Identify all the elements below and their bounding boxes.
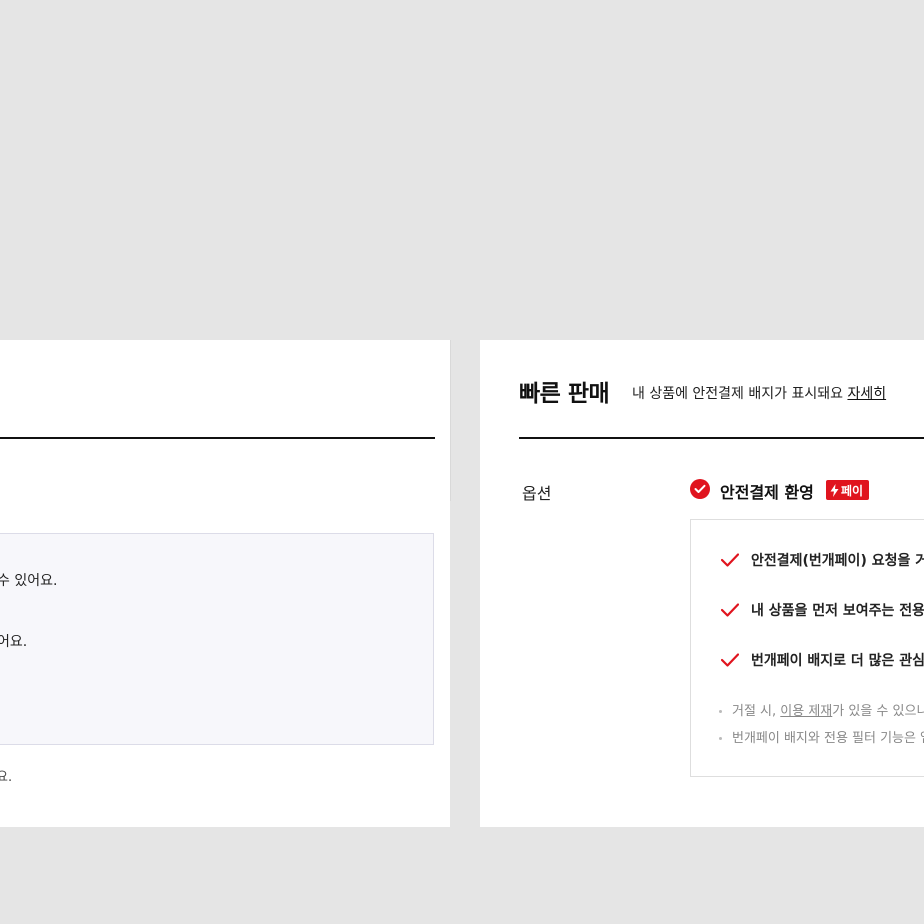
checkmark-icon <box>721 553 739 567</box>
restriction-link[interactable]: 이용 제재 <box>780 704 832 719</box>
subtitle-text: 내 상품에 안전결제 배지가 표시돼요 <box>632 386 843 402</box>
checkmark-icon <box>721 653 739 667</box>
option-label: 옵션 <box>522 484 552 503</box>
section-divider <box>0 437 435 439</box>
info-text-line: 수 있어요. <box>0 573 58 589</box>
note-text: 번개페이 배지와 전용 필터 기능은 앱 <box>732 731 924 746</box>
left-panel: 수 있어요. 어요. 요. <box>0 340 450 827</box>
check-icon <box>694 484 706 493</box>
detail-link[interactable]: 자세히 <box>847 386 886 402</box>
benefit-text: 안전결제(번개페이) 요청을 거 <box>751 553 924 569</box>
section-title: 빠른 판매 <box>519 381 610 407</box>
info-box: 수 있어요. 어요. <box>0 533 434 745</box>
benefit-text: 내 상품을 먼저 보여주는 전용 <box>751 603 924 619</box>
checkmark-icon <box>721 603 739 617</box>
note-text: 거절 시, <box>732 704 781 719</box>
pay-badge-label: 페이 <box>841 483 864 498</box>
section-subtitle: 내 상품에 안전결제 배지가 표시돼요 자세히 <box>632 383 886 403</box>
pay-badge: 페이 <box>826 480 870 500</box>
panel-separator <box>450 340 451 501</box>
benefit-box: 안전결제(번개페이) 요청을 거 내 상품을 먼저 보여주는 전용 번개페이 배… <box>690 519 924 777</box>
note-text: 가 있을 수 있으니 <box>832 704 924 719</box>
quick-sale-panel: 빠른 판매 내 상품에 안전결제 배지가 표시돼요 자세히 옵션 안전결제 환영… <box>480 340 924 827</box>
benefit-text: 번개페이 배지로 더 많은 관심 <box>751 653 924 669</box>
note-item: 번개페이 배지와 전용 필터 기능은 앱 <box>719 727 924 746</box>
benefit-item: 번개페이 배지로 더 많은 관심 <box>721 650 924 670</box>
footnote-text: 요. <box>0 770 13 785</box>
safe-payment-radio[interactable] <box>690 479 710 499</box>
lightning-icon <box>830 483 839 497</box>
section-divider <box>519 437 924 439</box>
bullet-icon <box>719 737 722 740</box>
info-text-line: 어요. <box>0 634 28 650</box>
bullet-icon <box>719 710 722 713</box>
note-item: 거절 시, 이용 제재가 있을 수 있으니 <box>719 700 924 719</box>
option-name[interactable]: 안전결제 환영 <box>720 479 814 503</box>
benefit-item: 내 상품을 먼저 보여주는 전용 <box>721 600 924 620</box>
benefit-item: 안전결제(번개페이) 요청을 거 <box>721 550 924 570</box>
